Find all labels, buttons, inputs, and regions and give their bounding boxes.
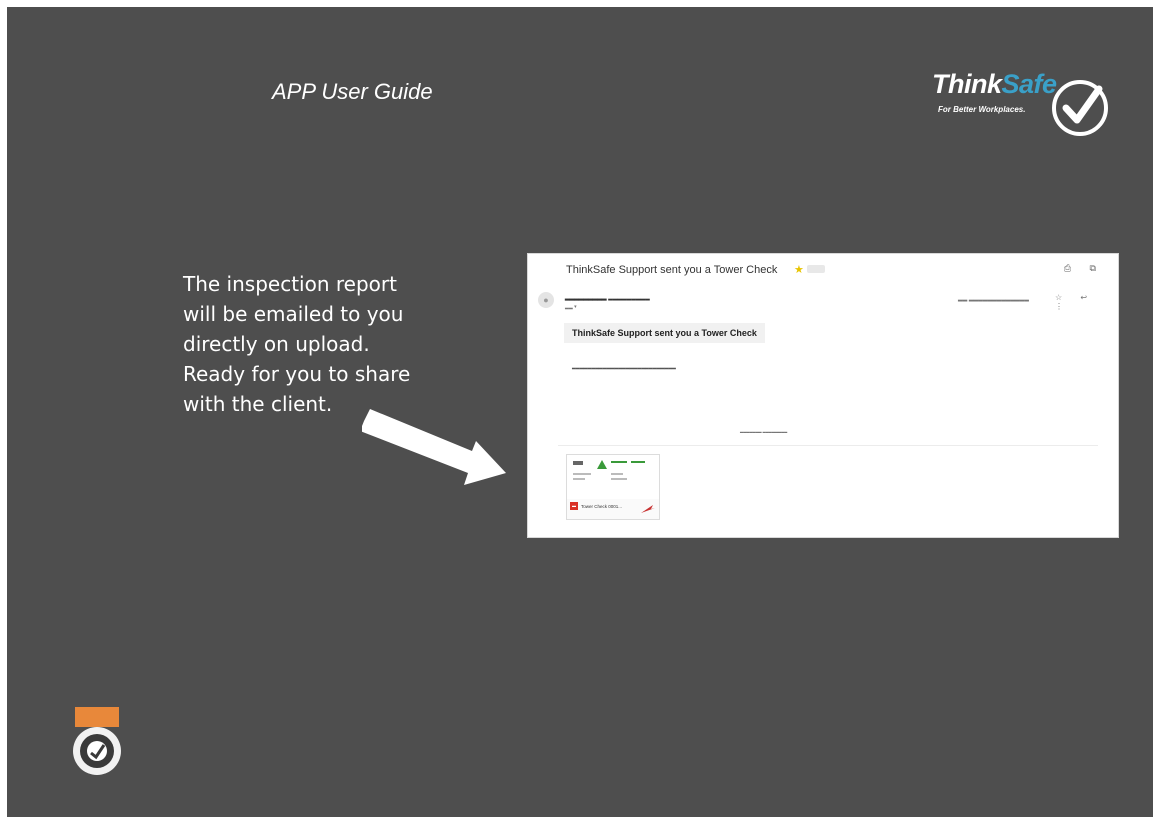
inbox-label	[807, 265, 826, 273]
logo-tagline: For Better Workplaces.	[938, 105, 1026, 114]
star-icon[interactable]: ★	[794, 263, 804, 276]
email-timestamp: ▂▂ ▂▂▂▂▂▂▂▂▂▂▂▂▂	[958, 296, 1029, 302]
certification-badge-icon	[71, 707, 123, 779]
attachment-card[interactable]: ▬ Tower Check 0001...	[566, 454, 660, 520]
checkmark-logo-icon	[1052, 80, 1108, 136]
email-body: ▂▂▂▂▂▂▂▂▂▂▂▂▂▂▂▂▂▂▂▂▂▂▂▂▂▂▂	[572, 364, 676, 370]
pdf-icon: ▬	[570, 502, 578, 510]
divider	[558, 445, 1098, 446]
reply-icon[interactable]: ☆ ↩ ⋮	[1055, 293, 1118, 311]
logo-word-think: Think	[932, 69, 1002, 99]
instruction-text: The inspection report will be emailed to…	[183, 269, 503, 419]
email-screenshot: ThinkSafe Support sent you a Tower Check…	[528, 254, 1118, 537]
thinksafe-logo: ThinkSafe For Better Workplaces.	[922, 65, 1122, 145]
download-arrow-icon	[641, 505, 655, 513]
instruction-line: The inspection report	[183, 272, 397, 296]
logo-wordmark: ThinkSafe	[932, 69, 1057, 100]
email-heading: ThinkSafe Support sent you a Tower Check	[564, 323, 765, 343]
email-recipient: ▂▂ ▾	[565, 304, 577, 310]
instruction-line: will be emailed to you	[183, 302, 404, 326]
avatar: ●	[538, 292, 554, 308]
instruction-line: Ready for you to share	[183, 362, 411, 386]
email-footer: ▂▂▂▂▂▂▂ ▂▂▂▂▂▂▂▂	[740, 428, 788, 433]
page-title: APP User Guide	[272, 79, 433, 104]
instruction-line: directly on upload.	[183, 332, 370, 356]
email-sender: ▂▂▂▂▂▂▂▂▂ ▂▂▂▂▂▂▂▂▂	[565, 295, 650, 301]
attachment-name: Tower Check 0001...	[581, 504, 623, 509]
print-icon[interactable]: ⎙ ⧉	[1064, 263, 1104, 274]
email-subject: ThinkSafe Support sent you a Tower Check	[566, 264, 778, 276]
arrow-icon	[362, 409, 506, 485]
attachment-preview	[567, 455, 659, 499]
